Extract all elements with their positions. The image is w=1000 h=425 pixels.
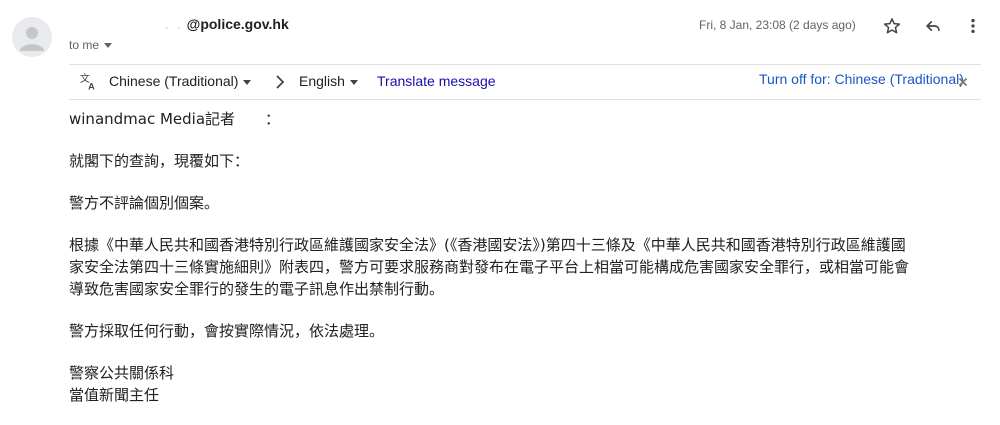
chevron-down-icon [243,79,252,85]
chevron-down-icon [104,43,113,49]
target-language-select[interactable]: English [299,73,358,89]
more-vert-icon [971,18,975,34]
turn-off-translation-link[interactable]: Turn off for: Chinese (Traditional) [759,71,964,87]
avatar[interactable] [12,17,52,57]
reply-button[interactable] [921,14,945,38]
reply-icon [926,21,940,31]
star-icon [883,18,901,34]
greeting: winandmac Media記者 ： [69,110,281,128]
signature-line-1: 警察公共關係科 [69,364,175,382]
chevron-down-icon [349,79,358,85]
sender-address[interactable]: . . @police.gov.hk [165,16,289,32]
more-options-button[interactable] [961,14,985,38]
target-language-label: English [299,73,345,89]
message-body: winandmac Media記者 ： 就閣下的查詢，現覆如下： 警方不評論個別… [69,108,984,406]
svg-text:A: A [88,81,95,91]
translate-bar: 文 A Chinese (Traditional) English Transl… [69,64,981,100]
recipient-details-toggle[interactable]: to me [69,38,113,52]
message-date: Fri, 8 Jan, 23:08 (2 days ago) [699,18,856,32]
close-icon [958,77,968,87]
translate-message-link[interactable]: Translate message [377,73,496,89]
to-label: to me [69,38,100,52]
body-line-2: 警方不評論個別個案。 [69,194,220,212]
person-icon [20,27,44,51]
body-paragraph-3-line-2: 家安全法第四十三條實施細則》附表四，警方可要求服務商對發布在電子平台上相當可能構… [69,258,910,276]
body-paragraph-3-line-3: 導致危害國家安全罪行的發生的電子訊息作出禁制行動。 [69,280,445,298]
body-line-4: 警方採取任何行動，會按實際情況，依法處理。 [69,322,385,340]
body-paragraph-3-line-1: 根據《中華人民共和國香港特別行政區維護國家安全法》(《香港國安法》)第四十三條及… [69,236,906,254]
star-button[interactable] [880,14,904,38]
source-language-select[interactable]: Chinese (Traditional) [109,73,252,89]
translate-icon: 文 A [79,71,99,96]
sender-domain: @police.gov.hk [186,16,289,32]
body-line-1: 就閣下的查詢，現覆如下： [69,152,250,170]
source-language-label: Chinese (Traditional) [109,73,239,89]
chevron-right-icon [274,74,286,95]
close-translation-button[interactable] [956,75,970,89]
signature-line-2: 當值新聞主任 [69,386,160,404]
sender-redacted: . . [165,16,183,32]
